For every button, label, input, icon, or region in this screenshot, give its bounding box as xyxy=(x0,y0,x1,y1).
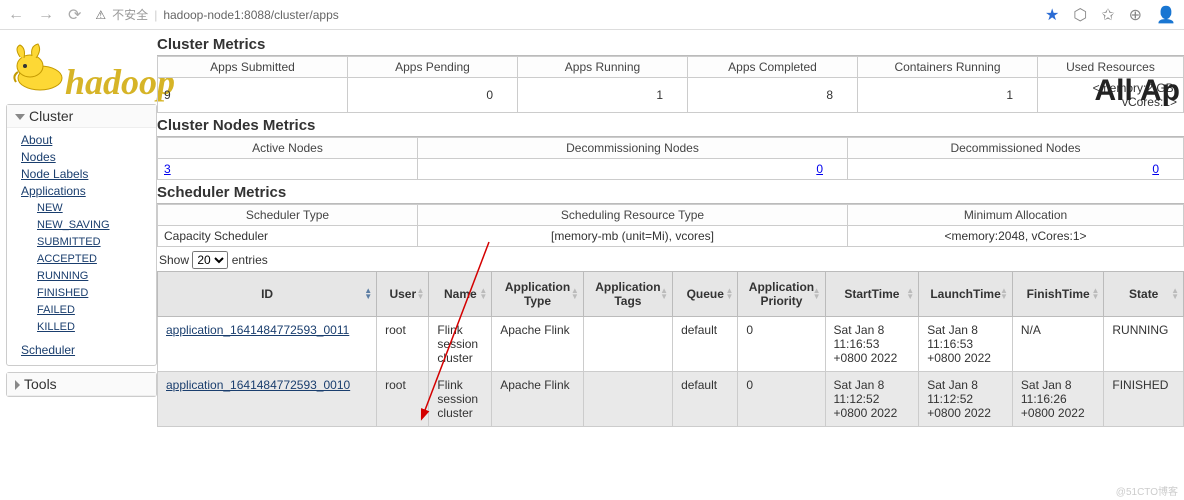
app-id-link[interactable]: application_1641484772593_0010 xyxy=(166,378,350,392)
app-id-link[interactable]: application_1641484772593_0011 xyxy=(166,323,349,337)
sidebar-state-new[interactable]: NEW xyxy=(37,200,150,217)
entries-select[interactable]: 20 xyxy=(192,251,228,269)
cluster-metrics-heading: Cluster Metrics xyxy=(157,34,1184,56)
nodes-metrics-table: Active Nodes Decommissioning Nodes Decom… xyxy=(157,137,1184,180)
sidebar-state-new-saving[interactable]: NEW_SAVING xyxy=(37,217,150,234)
decommissioning-nodes-link[interactable]: 0 xyxy=(816,162,823,176)
security-label: 不安全 xyxy=(112,6,148,23)
ext-icon[interactable]: ⬡ xyxy=(1073,5,1087,25)
insecure-icon: ⚠ xyxy=(95,8,106,22)
address-bar[interactable]: ⚠ 不安全 | hadoop-node1:8088/cluster/apps xyxy=(95,6,338,23)
applications-table: ID▲▼ User▲▼ Name▲▼ Application Type▲▼ Ap… xyxy=(157,271,1184,427)
col-apptype[interactable]: Application Type▲▼ xyxy=(492,272,584,317)
cluster-panel: Cluster About Nodes Node Labels Applicat… xyxy=(6,104,157,366)
profile-icon[interactable]: 👤 xyxy=(1156,5,1176,25)
decommissioned-nodes-link[interactable]: 0 xyxy=(1152,162,1159,176)
sidebar-node-labels[interactable]: Node Labels xyxy=(21,166,150,183)
sidebar-applications[interactable]: Applications xyxy=(21,183,150,200)
scheduler-metrics-table: Scheduler Type Scheduling Resource Type … xyxy=(157,204,1184,247)
sidebar-scheduler[interactable]: Scheduler xyxy=(21,342,150,359)
sidebar-nodes[interactable]: Nodes xyxy=(21,149,150,166)
col-name[interactable]: Name▲▼ xyxy=(429,272,492,317)
cluster-header[interactable]: Cluster xyxy=(7,105,156,128)
sidebar-state-accepted[interactable]: ACCEPTED xyxy=(37,251,150,268)
sidebar-state-killed[interactable]: KILLED xyxy=(37,319,150,336)
sidebar-state-running[interactable]: RUNNING xyxy=(37,268,150,285)
col-apptags[interactable]: Application Tags▲▼ xyxy=(583,272,672,317)
table-row: application_1641484772593_0011rootFlink … xyxy=(158,317,1184,372)
page-title: All Ap xyxy=(1094,74,1180,108)
collections-icon[interactable]: ⊕ xyxy=(1129,5,1142,25)
sidebar-about[interactable]: About xyxy=(21,132,150,149)
entries-control: Show 20 entries xyxy=(157,247,1184,271)
col-launch[interactable]: LaunchTime▲▼ xyxy=(919,272,1013,317)
star-icon[interactable]: ★ xyxy=(1045,5,1059,25)
browser-nav: ← → ⟳ ⚠ 不安全 | hadoop-node1:8088/cluster/… xyxy=(0,0,1184,30)
sidebar-state-failed[interactable]: FAILED xyxy=(37,302,150,319)
reload-icon[interactable]: ⟳ xyxy=(68,5,81,25)
sidebar-state-finished[interactable]: FINISHED xyxy=(37,285,150,302)
hadoop-logo: hadoop xyxy=(2,36,157,104)
cluster-metrics-table: Apps Submitted Apps Pending Apps Running… xyxy=(157,56,1184,113)
col-start[interactable]: StartTime▲▼ xyxy=(825,272,919,317)
tools-header[interactable]: Tools xyxy=(7,373,156,396)
sidebar-state-submitted[interactable]: SUBMITTED xyxy=(37,234,150,251)
active-nodes-link[interactable]: 3 xyxy=(164,162,171,176)
col-queue[interactable]: Queue▲▼ xyxy=(673,272,738,317)
favorites-icon[interactable]: ✩ xyxy=(1101,5,1114,25)
back-icon[interactable]: ← xyxy=(8,6,24,24)
table-row: application_1641484772593_0010rootFlink … xyxy=(158,372,1184,427)
forward-icon[interactable]: → xyxy=(38,6,54,24)
col-finish[interactable]: FinishTime▲▼ xyxy=(1012,272,1104,317)
watermark: @51CTO博客 xyxy=(1116,483,1178,498)
tools-panel: Tools xyxy=(6,372,157,397)
col-user[interactable]: User▲▼ xyxy=(377,272,429,317)
col-id[interactable]: ID▲▼ xyxy=(158,272,377,317)
nodes-metrics-heading: Cluster Nodes Metrics xyxy=(157,115,1184,137)
col-priority[interactable]: Application Priority▲▼ xyxy=(738,272,825,317)
url-text: hadoop-node1:8088/cluster/apps xyxy=(163,8,338,22)
scheduler-metrics-heading: Scheduler Metrics xyxy=(157,182,1184,204)
col-state[interactable]: State▲▼ xyxy=(1104,272,1184,317)
